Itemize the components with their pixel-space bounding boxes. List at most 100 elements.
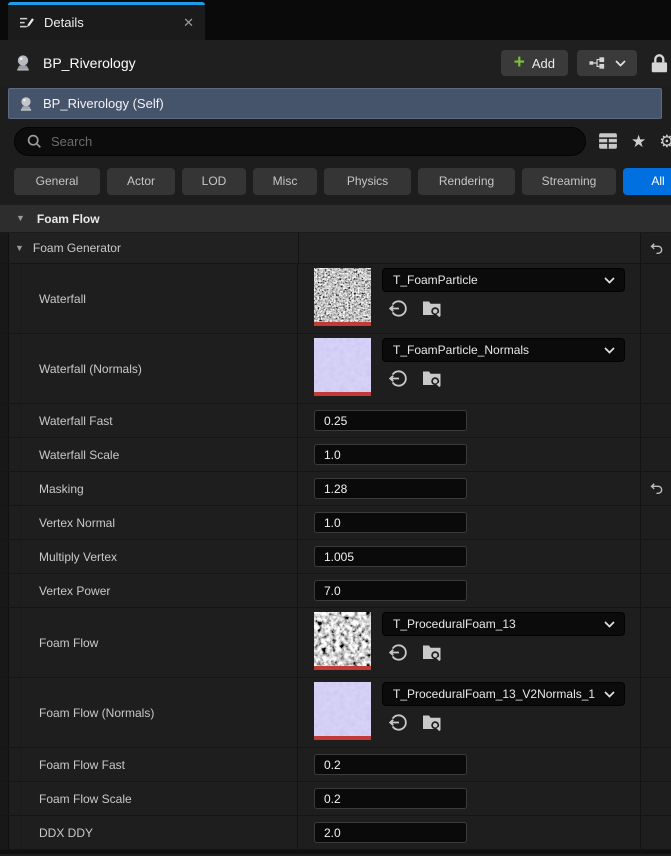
asset-name: T_ProceduralFoam_13_V2Normals_1: [393, 687, 596, 701]
category-row-foam-flow[interactable]: ▼ Foam Flow: [0, 205, 671, 233]
indent-guide: [9, 264, 21, 333]
group-row-foam-generator[interactable]: ▼ Foam Generator: [0, 233, 671, 264]
asset-dropdown[interactable]: T_ProceduralFoam_13: [382, 612, 625, 636]
property-label: DDX DDY: [39, 825, 94, 840]
asset-dropdown[interactable]: T_FoamParticle_Normals: [382, 338, 625, 362]
search-input[interactable]: [51, 133, 573, 149]
thumbnail-underline: [314, 392, 371, 396]
subobjects-menu-button[interactable]: [577, 50, 637, 76]
number-field[interactable]: [314, 512, 467, 533]
browse-to-asset-icon[interactable]: [421, 712, 443, 733]
row-gutter: [0, 334, 9, 403]
favorites-star-icon[interactable]: ★: [631, 133, 646, 150]
row-gutter: [0, 574, 9, 607]
property-row-foam-flow: Foam Flow T_ProceduralFoam_13: [0, 608, 671, 678]
filter-button-lod[interactable]: LOD: [182, 167, 246, 195]
property-label: Waterfall (Normals): [39, 361, 142, 376]
filter-button-all[interactable]: All: [623, 167, 671, 195]
chevron-down-icon: [604, 620, 615, 628]
add-button[interactable]: + Add: [500, 50, 568, 76]
number-input[interactable]: [315, 515, 466, 530]
property-row-waterfall-scale: Waterfall Scale: [0, 438, 671, 472]
group-value-cell: [299, 233, 641, 263]
number-input[interactable]: [315, 757, 466, 772]
chevron-down-icon: [604, 346, 615, 354]
subobjects-icon: [588, 56, 607, 70]
indent-guide: [9, 748, 21, 781]
number-input[interactable]: [315, 447, 466, 462]
use-selected-asset-icon[interactable]: [388, 298, 409, 319]
search-box[interactable]: [14, 126, 586, 156]
row-gutter: [0, 506, 9, 539]
number-field[interactable]: [314, 546, 467, 567]
number-field[interactable]: [314, 822, 467, 843]
reset-cell: [641, 264, 671, 333]
filter-button-actor[interactable]: Actor: [107, 167, 175, 195]
settings-gear-icon[interactable]: ⚙: [659, 133, 671, 150]
filter-button-physics[interactable]: Physics: [324, 167, 411, 195]
reset-cell: [641, 540, 671, 573]
indent-guide: [9, 438, 21, 471]
use-selected-asset-icon[interactable]: [388, 368, 409, 389]
browse-to-asset-icon[interactable]: [421, 642, 443, 663]
row-gutter: [0, 438, 9, 471]
use-selected-asset-icon[interactable]: [388, 712, 409, 733]
texture-thumbnail[interactable]: [314, 682, 371, 740]
number-input[interactable]: [315, 791, 466, 806]
category-label: Foam Flow: [36, 211, 100, 226]
indent-guide: [9, 608, 21, 677]
number-input[interactable]: [315, 583, 466, 598]
reset-cell: [641, 233, 671, 263]
property-label: Waterfall Fast: [39, 413, 113, 428]
number-field[interactable]: [314, 444, 467, 465]
texture-thumbnail[interactable]: [314, 268, 371, 326]
filter-button-general[interactable]: General: [14, 167, 100, 195]
filter-button-streaming[interactable]: Streaming: [522, 167, 616, 195]
property-label: Foam Flow Scale: [39, 791, 132, 806]
number-field[interactable]: [314, 580, 467, 601]
property-label: Vertex Power: [39, 583, 111, 598]
number-field[interactable]: [314, 754, 467, 775]
number-field[interactable]: [314, 410, 467, 431]
filter-button-rendering[interactable]: Rendering: [418, 167, 515, 195]
browse-to-asset-icon[interactable]: [421, 298, 443, 319]
use-selected-asset-icon[interactable]: [388, 642, 409, 663]
thumbnail-underline: [314, 666, 371, 670]
texture-thumbnail[interactable]: [314, 612, 371, 670]
chevron-down-icon: [604, 276, 615, 284]
add-plus-icon: +: [513, 51, 525, 73]
tab-details[interactable]: Details ✕: [8, 2, 205, 40]
lock-icon[interactable]: [649, 53, 671, 73]
texture-thumbnail[interactable]: [314, 338, 371, 396]
number-field[interactable]: [314, 478, 467, 499]
number-input[interactable]: [315, 413, 466, 428]
property-row-waterfall-normals: Waterfall (Normals) T_FoamParticle_Norma…: [0, 334, 671, 404]
search-row: ★ ⚙: [0, 119, 671, 163]
asset-dropdown[interactable]: T_FoamParticle: [382, 268, 625, 292]
row-gutter: [0, 608, 9, 677]
self-object-row[interactable]: BP_Riverology (Self): [8, 88, 662, 119]
expander-arrow-icon[interactable]: ▼: [15, 243, 24, 253]
object-name: BP_Riverology: [43, 55, 136, 71]
tab-well: Details ✕: [0, 0, 671, 40]
property-label: Foam Flow (Normals): [39, 705, 155, 720]
number-input[interactable]: [315, 825, 466, 840]
property-row-ddx-ddy: DDX DDY: [0, 816, 671, 850]
property-matrix-icon[interactable]: [598, 132, 618, 150]
indent-guide: [9, 540, 21, 573]
reset-cell: [641, 574, 671, 607]
filter-button-misc[interactable]: Misc: [253, 167, 317, 195]
reset-to-default-icon[interactable]: [649, 481, 664, 496]
number-field[interactable]: [314, 788, 467, 809]
reset-to-default-icon[interactable]: [649, 241, 664, 256]
expander-arrow-icon[interactable]: ▼: [16, 214, 25, 223]
number-input[interactable]: [315, 549, 466, 564]
browse-to-asset-icon[interactable]: [421, 368, 443, 389]
actor-icon: [18, 96, 34, 112]
number-input[interactable]: [315, 481, 466, 496]
property-row-foam-flow-normals: Foam Flow (Normals) T_ProceduralFoam_13_…: [0, 678, 671, 748]
property-label: Foam Flow: [39, 635, 99, 650]
asset-dropdown[interactable]: T_ProceduralFoam_13_V2Normals_1: [382, 682, 625, 706]
indent-guide: [9, 574, 21, 607]
close-icon[interactable]: ✕: [183, 15, 194, 31]
